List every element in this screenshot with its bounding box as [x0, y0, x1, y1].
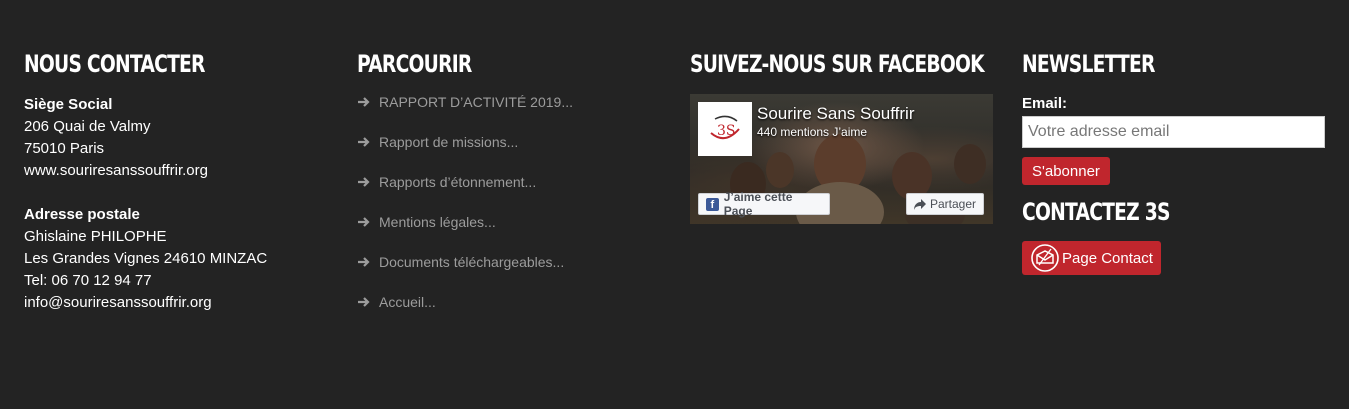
- link-activity-report[interactable]: RAPPORT D’ACTIVITÉ 2019...: [379, 94, 573, 110]
- postal-email: info@souriresanssouffrir.org: [24, 294, 212, 311]
- browse-link-list: RAPPORT D’ACTIVITÉ 2019... Rapport de mi…: [357, 94, 667, 334]
- head-office-city: 75010 Paris: [24, 140, 105, 157]
- browse-heading: PARCOURIR: [357, 50, 472, 78]
- facebook-heading: SUIVEZ-NOUS SUR FACEBOOK: [690, 50, 985, 78]
- contact-page-label: Page Contact: [1062, 249, 1153, 267]
- like-page-button[interactable]: f J’aime cette Page: [698, 190, 830, 218]
- contact-column: NOUS CONTACTER Siège Social 206 Quai de …: [24, 48, 334, 314]
- envelope-icon: [1031, 244, 1059, 272]
- arrow-right-icon: [358, 177, 370, 187]
- postal-address-label: Adresse postale: [24, 206, 140, 223]
- email-input[interactable]: [1022, 116, 1325, 148]
- head-office-street: 206 Quai de Valmy: [24, 118, 151, 135]
- arrow-right-icon: [358, 217, 370, 227]
- link-legal-notices[interactable]: Mentions légales...: [379, 214, 496, 230]
- head-office-label: Siège Social: [24, 96, 113, 113]
- arrow-right-icon: [358, 257, 370, 267]
- arrow-right-icon: [358, 297, 370, 307]
- share-label: Partager: [929, 197, 977, 211]
- browse-item: Rapport de missions...: [357, 134, 667, 174]
- subscribe-button[interactable]: S'abonner: [1022, 157, 1110, 185]
- facebook-page-widget[interactable]: 3S Sourire Sans Souffrir 440 mentions J’…: [690, 94, 993, 224]
- postal-address-block: Adresse postale Ghislaine PHILOPHE Les G…: [24, 204, 334, 314]
- link-mission-reports[interactable]: Rapport de missions...: [379, 134, 518, 150]
- link-downloads[interactable]: Documents téléchargeables...: [379, 254, 564, 270]
- contact-3s-heading: CONTACTEZ 3S: [1022, 198, 1170, 226]
- like-page-label: J’aime cette Page: [723, 190, 793, 218]
- postal-name: Ghislaine PHILOPHE: [24, 228, 167, 245]
- arrow-right-icon: [358, 97, 370, 107]
- contact-page-button[interactable]: Page Contact: [1022, 241, 1161, 275]
- page-logo[interactable]: 3S: [698, 102, 752, 156]
- link-home[interactable]: Accueil...: [379, 294, 436, 310]
- share-arrow-icon: [913, 198, 926, 210]
- email-label: Email:: [1022, 95, 1068, 112]
- share-button[interactable]: Partager: [906, 193, 984, 215]
- browse-item: Accueil...: [357, 294, 667, 334]
- logo-text: 3S: [717, 123, 736, 139]
- browse-item: RAPPORT D’ACTIVITÉ 2019...: [357, 94, 667, 134]
- browse-item: Rapports d’étonnement...: [357, 174, 667, 214]
- sourire-logo-icon: 3S: [710, 115, 740, 140]
- postal-address: Les Grandes Vignes 24610 MINZAC: [24, 250, 268, 267]
- browse-column: PARCOURIR RAPPORT D’ACTIVITÉ 2019... Rap…: [357, 48, 667, 334]
- head-office-website: www.souriresanssouffrir.org: [24, 162, 208, 179]
- page-name[interactable]: Sourire Sans Souffrir: [757, 104, 914, 124]
- facebook-icon: f: [706, 197, 719, 211]
- head-office-block: Siège Social 206 Quai de Valmy 75010 Par…: [24, 94, 334, 182]
- browse-item: Mentions légales...: [357, 214, 667, 254]
- link-astonishment-reports[interactable]: Rapports d’étonnement...: [379, 174, 536, 190]
- newsletter-column: NEWSLETTER Email: S'abonner CONTACTEZ 3S…: [1022, 48, 1332, 275]
- arrow-right-icon: [358, 137, 370, 147]
- contact-heading: NOUS CONTACTER: [24, 50, 205, 78]
- browse-item: Documents téléchargeables...: [357, 254, 667, 294]
- postal-phone: Tel: 06 70 12 94 77: [24, 272, 152, 289]
- newsletter-heading: NEWSLETTER: [1022, 50, 1155, 78]
- facebook-column: SUIVEZ-NOUS SUR FACEBOOK 3S Sourire Sans…: [690, 48, 1000, 224]
- page-likes-count: 440 mentions J’aime: [757, 125, 868, 139]
